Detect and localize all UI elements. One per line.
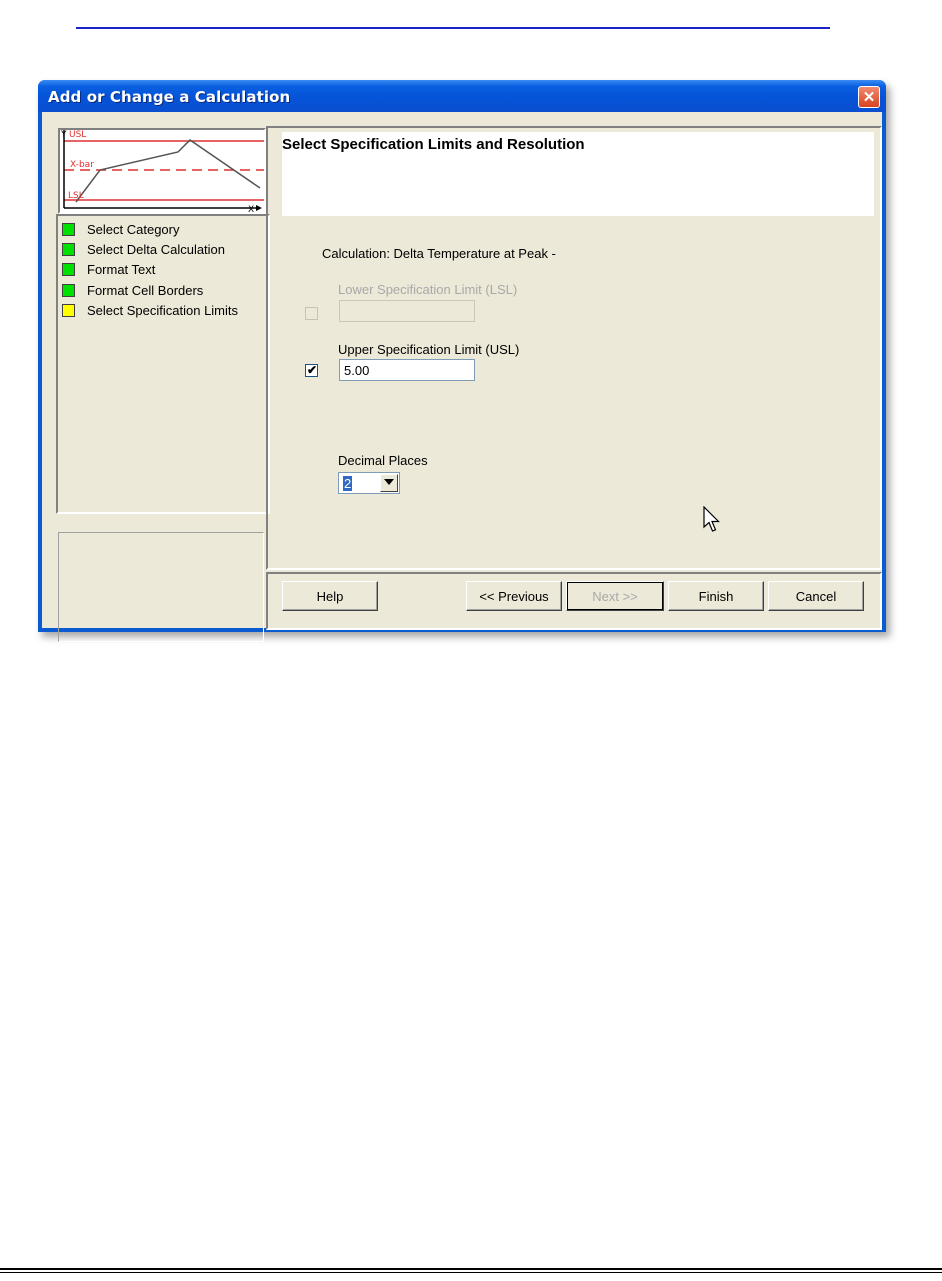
- finish-button[interactable]: Finish: [668, 581, 764, 611]
- page-header: Select Specification Limits and Resoluti…: [282, 132, 874, 216]
- calculation-label: Calculation: Delta Temperature at Peak -: [322, 246, 556, 261]
- preview-chart: Y USL X-bar LSL X: [58, 128, 266, 215]
- next-button[interactable]: Next >>: [566, 581, 664, 611]
- cancel-button[interactable]: Cancel: [768, 581, 864, 611]
- data-line: [75, 139, 261, 203]
- x-axis-label: X: [248, 205, 254, 212]
- decimal-places-label: Decimal Places: [338, 453, 428, 468]
- usl-checkbox[interactable]: ✔: [305, 363, 318, 377]
- mouse-cursor-icon: [703, 506, 720, 532]
- checkmark-icon: ✔: [307, 363, 318, 377]
- wizard-dialog: Add or Change a Calculation ✕ Y USL X-ba…: [38, 80, 886, 642]
- chevron-down-icon[interactable]: [380, 474, 398, 492]
- dialog-client: Y USL X-bar LSL X Select Category Select…: [42, 112, 882, 642]
- y-axis-label: Y: [60, 130, 67, 140]
- usl-label: Upper Specification Limit (USL): [338, 342, 520, 357]
- status-square-icon: [62, 303, 75, 317]
- step-label: Format Cell Borders: [87, 282, 204, 298]
- previous-button[interactable]: << Previous: [466, 581, 562, 611]
- steps-list: Select Category Select Delta Calculation…: [56, 214, 270, 514]
- step-select-specification-limits: Select Specification Limits: [62, 301, 238, 319]
- x-axis-arrow: [256, 205, 262, 211]
- page-title: Select Specification Limits and Resoluti…: [282, 136, 585, 153]
- status-square-icon: [62, 222, 75, 236]
- step-label: Select Delta Calculation: [87, 241, 226, 257]
- step-format-cell-borders: Format Cell Borders: [62, 281, 203, 299]
- step-select-category: Select Category: [62, 220, 180, 238]
- page-footer-rule: [0, 1268, 942, 1270]
- decimal-places-select[interactable]: 2: [338, 472, 400, 494]
- step-select-delta-calculation: Select Delta Calculation: [62, 240, 225, 258]
- step-label: Format Text: [87, 261, 156, 277]
- status-square-icon: [62, 242, 75, 256]
- page-footer-rule: [0, 1272, 942, 1273]
- lsl-label: LSL: [68, 191, 84, 201]
- step-format-text: Format Text: [62, 260, 155, 278]
- decimal-places-value: 2: [343, 476, 353, 491]
- usl-label: USL: [69, 130, 86, 140]
- dialog-title: Add or Change a Calculation: [48, 88, 291, 106]
- usl-input[interactable]: 5.00: [339, 359, 475, 381]
- lsl-checkbox[interactable]: [305, 307, 318, 320]
- preview-chart-svg: Y USL X-bar LSL X: [60, 130, 264, 215]
- close-icon[interactable]: ✕: [858, 86, 880, 108]
- xbar-label: X-bar: [70, 160, 94, 170]
- content-panel: Select Specification Limits and Resoluti…: [266, 126, 882, 570]
- lsl-label: Lower Specification Limit (LSL): [338, 282, 518, 297]
- status-square-icon: [62, 283, 75, 297]
- hyperlink-underline[interactable]: [76, 27, 722, 29]
- button-bar: Help << Previous Next >> Finish Cancel: [266, 572, 882, 630]
- left-panel: Y USL X-bar LSL X Select Category Select…: [56, 126, 270, 642]
- step-label: Select Category: [87, 221, 180, 237]
- status-square-icon: [62, 262, 75, 276]
- info-panel: [58, 532, 264, 642]
- help-button[interactable]: Help: [282, 581, 378, 611]
- step-label: Select Specification Limits: [87, 302, 239, 318]
- title-bar[interactable]: Add or Change a Calculation ✕: [38, 80, 886, 112]
- lsl-input[interactable]: [339, 300, 475, 322]
